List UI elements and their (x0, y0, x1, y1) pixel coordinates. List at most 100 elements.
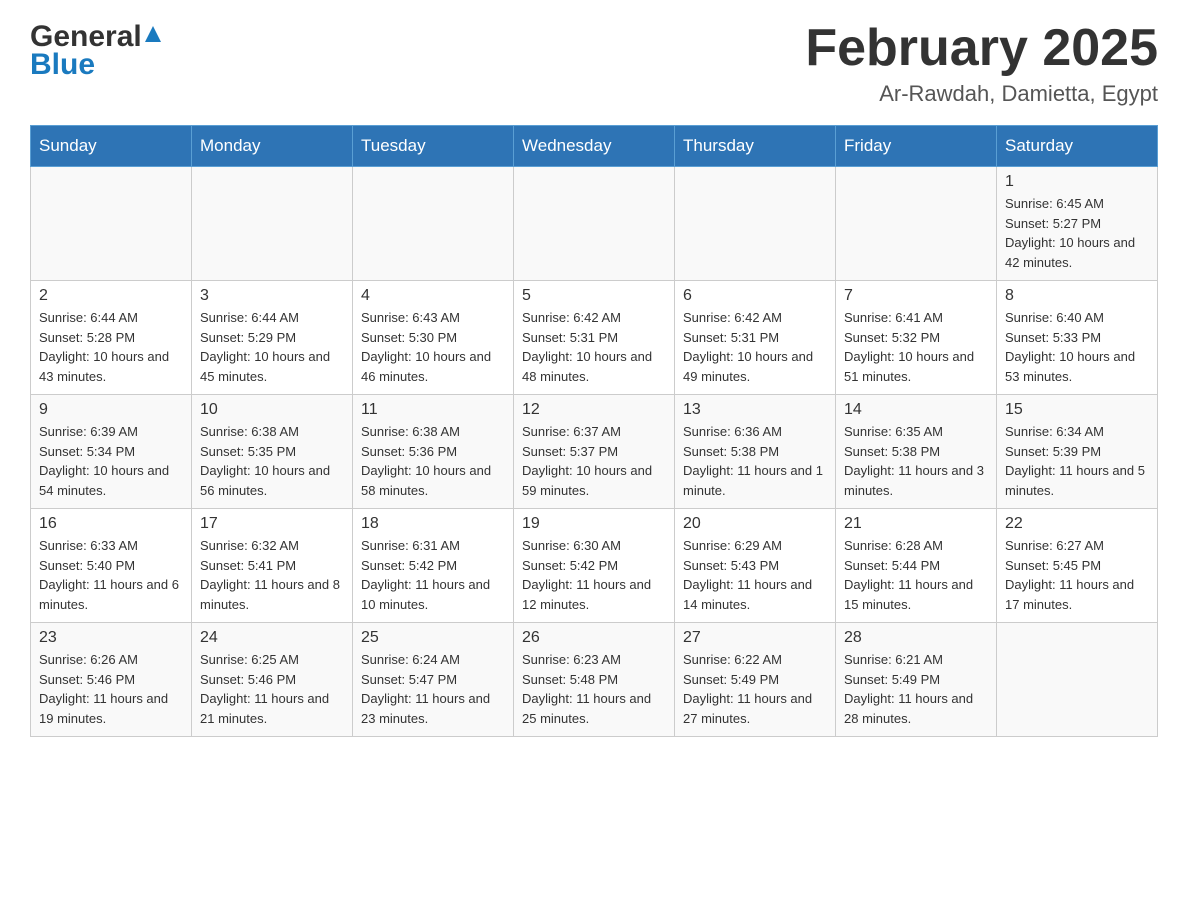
calendar-day-cell: 14 Sunrise: 6:35 AM Sunset: 5:38 PM Dayli… (836, 395, 997, 509)
weekday-header: Thursday (675, 126, 836, 167)
day-info: Sunrise: 6:26 AM Sunset: 5:46 PM Dayligh… (39, 650, 183, 728)
calendar-day-cell: 1 Sunrise: 6:45 AM Sunset: 5:27 PM Daylig… (997, 167, 1158, 281)
day-info: Sunrise: 6:42 AM Sunset: 5:31 PM Dayligh… (522, 308, 666, 386)
day-info: Sunrise: 6:43 AM Sunset: 5:30 PM Dayligh… (361, 308, 505, 386)
calendar-day-cell: 22Sunrise: 6:27 AM Sunset: 5:45 PM Dayli… (997, 509, 1158, 623)
day-number: 15 (1005, 401, 1149, 419)
day-info: Sunrise: 6:44 AM Sunset: 5:29 PM Dayligh… (200, 308, 344, 386)
calendar-empty-cell (675, 167, 836, 281)
day-number: 26 (522, 629, 666, 647)
day-number: 1 (1005, 173, 1149, 191)
day-info: Sunrise: 6:22 AM Sunset: 5:49 PM Dayligh… (683, 650, 827, 728)
day-number: 3 (200, 287, 344, 305)
day-number: 27 (683, 629, 827, 647)
day-info: Sunrise: 6:33 AM Sunset: 5:40 PM Dayligh… (39, 536, 183, 614)
logo-triangle-icon (145, 26, 161, 42)
day-number: 4 (361, 287, 505, 305)
weekday-header: Tuesday (353, 126, 514, 167)
page-header: General Blue February 2025 Ar-Rawdah, Da… (30, 20, 1158, 107)
page-subtitle: Ar-Rawdah, Damietta, Egypt (805, 81, 1158, 107)
day-number: 24 (200, 629, 344, 647)
calendar-day-cell: 27 Sunrise: 6:22 AM Sunset: 5:49 PM Dayli… (675, 623, 836, 737)
day-info: Sunrise: 6:42 AM Sunset: 5:31 PM Dayligh… (683, 308, 827, 386)
day-number: 19 (522, 515, 666, 533)
day-info: Sunrise: 6:40 AM Sunset: 5:33 PM Dayligh… (1005, 308, 1149, 386)
day-number: 25 (361, 629, 505, 647)
day-number: 13 (683, 401, 827, 419)
day-info: Sunrise: 6:30 AM Sunset: 5:42 PM Dayligh… (522, 536, 666, 614)
day-number: 11 (361, 401, 505, 419)
day-number: 14 (844, 401, 988, 419)
day-info: Sunrise: 6:21 AM Sunset: 5:49 PM Dayligh… (844, 650, 988, 728)
weekday-header: Sunday (31, 126, 192, 167)
calendar-day-cell: 26 Sunrise: 6:23 AM Sunset: 5:48 PM Dayli… (514, 623, 675, 737)
day-number: 7 (844, 287, 988, 305)
title-block: February 2025 Ar-Rawdah, Damietta, Egypt (805, 20, 1158, 107)
calendar-day-cell: 16 Sunrise: 6:33 AM Sunset: 5:40 PM Dayli… (31, 509, 192, 623)
calendar-table: SundayMondayTuesdayWednesdayThursdayFrid… (30, 125, 1158, 737)
day-info: Sunrise: 6:35 AM Sunset: 5:38 PM Dayligh… (844, 422, 988, 500)
day-info: Sunrise: 6:37 AM Sunset: 5:37 PM Dayligh… (522, 422, 666, 500)
day-info: Sunrise: 6:32 AM Sunset: 5:41 PM Dayligh… (200, 536, 344, 614)
calendar-day-cell: 7 Sunrise: 6:41 AM Sunset: 5:32 PM Daylig… (836, 281, 997, 395)
calendar-day-cell: 3 Sunrise: 6:44 AM Sunset: 5:29 PM Daylig… (192, 281, 353, 395)
weekday-header: Monday (192, 126, 353, 167)
calendar-day-cell: 6 Sunrise: 6:42 AM Sunset: 5:31 PM Daylig… (675, 281, 836, 395)
day-info: Sunrise: 6:45 AM Sunset: 5:27 PM Dayligh… (1005, 194, 1149, 272)
calendar-day-cell: 21Sunrise: 6:28 AM Sunset: 5:44 PM Dayli… (836, 509, 997, 623)
day-info: Sunrise: 6:39 AM Sunset: 5:34 PM Dayligh… (39, 422, 183, 500)
calendar-empty-cell (31, 167, 192, 281)
day-number: 16 (39, 515, 183, 533)
weekday-header: Saturday (997, 126, 1158, 167)
calendar-day-cell: 5 Sunrise: 6:42 AM Sunset: 5:31 PM Daylig… (514, 281, 675, 395)
day-number: 8 (1005, 287, 1149, 305)
calendar-day-cell: 23 Sunrise: 6:26 AM Sunset: 5:46 PM Dayli… (31, 623, 192, 737)
day-number: 22 (1005, 515, 1149, 533)
weekday-header: Friday (836, 126, 997, 167)
calendar-week-row: 9 Sunrise: 6:39 AM Sunset: 5:34 PM Daylig… (31, 395, 1158, 509)
day-info: Sunrise: 6:36 AM Sunset: 5:38 PM Dayligh… (683, 422, 827, 500)
calendar-day-cell: 15Sunrise: 6:34 AM Sunset: 5:39 PM Dayli… (997, 395, 1158, 509)
day-number: 17 (200, 515, 344, 533)
day-number: 18 (361, 515, 505, 533)
calendar-empty-cell (192, 167, 353, 281)
calendar-day-cell: 19 Sunrise: 6:30 AM Sunset: 5:42 PM Dayli… (514, 509, 675, 623)
calendar-week-row: 23 Sunrise: 6:26 AM Sunset: 5:46 PM Dayli… (31, 623, 1158, 737)
day-info: Sunrise: 6:31 AM Sunset: 5:42 PM Dayligh… (361, 536, 505, 614)
calendar-day-cell: 24 Sunrise: 6:25 AM Sunset: 5:46 PM Dayli… (192, 623, 353, 737)
day-info: Sunrise: 6:41 AM Sunset: 5:32 PM Dayligh… (844, 308, 988, 386)
day-number: 5 (522, 287, 666, 305)
calendar-day-cell: 28Sunrise: 6:21 AM Sunset: 5:49 PM Dayli… (836, 623, 997, 737)
day-info: Sunrise: 6:24 AM Sunset: 5:47 PM Dayligh… (361, 650, 505, 728)
calendar-day-cell: 10Sunrise: 6:38 AM Sunset: 5:35 PM Dayli… (192, 395, 353, 509)
calendar-week-row: 16 Sunrise: 6:33 AM Sunset: 5:40 PM Dayli… (31, 509, 1158, 623)
calendar-day-cell: 13 Sunrise: 6:36 AM Sunset: 5:38 PM Dayli… (675, 395, 836, 509)
weekday-header: Wednesday (514, 126, 675, 167)
calendar-day-cell: 9 Sunrise: 6:39 AM Sunset: 5:34 PM Daylig… (31, 395, 192, 509)
day-info: Sunrise: 6:23 AM Sunset: 5:48 PM Dayligh… (522, 650, 666, 728)
day-info: Sunrise: 6:38 AM Sunset: 5:36 PM Dayligh… (361, 422, 505, 500)
day-number: 9 (39, 401, 183, 419)
day-number: 23 (39, 629, 183, 647)
day-number: 2 (39, 287, 183, 305)
calendar-day-cell: 2 Sunrise: 6:44 AM Sunset: 5:28 PM Daylig… (31, 281, 192, 395)
calendar-day-cell: 25 Sunrise: 6:24 AM Sunset: 5:47 PM Dayli… (353, 623, 514, 737)
day-number: 10 (200, 401, 344, 419)
calendar-header-row: SundayMondayTuesdayWednesdayThursdayFrid… (31, 126, 1158, 167)
calendar-day-cell: 20Sunrise: 6:29 AM Sunset: 5:43 PM Dayli… (675, 509, 836, 623)
calendar-day-cell: 4 Sunrise: 6:43 AM Sunset: 5:30 PM Daylig… (353, 281, 514, 395)
day-info: Sunrise: 6:28 AM Sunset: 5:44 PM Dayligh… (844, 536, 988, 614)
logo-blue-text: Blue (30, 48, 161, 82)
calendar-day-cell: 17 Sunrise: 6:32 AM Sunset: 5:41 PM Dayli… (192, 509, 353, 623)
page-title: February 2025 (805, 20, 1158, 77)
calendar-week-row: 1 Sunrise: 6:45 AM Sunset: 5:27 PM Daylig… (31, 167, 1158, 281)
calendar-day-cell: 12 Sunrise: 6:37 AM Sunset: 5:37 PM Dayli… (514, 395, 675, 509)
day-info: Sunrise: 6:25 AM Sunset: 5:46 PM Dayligh… (200, 650, 344, 728)
day-number: 20 (683, 515, 827, 533)
calendar-week-row: 2 Sunrise: 6:44 AM Sunset: 5:28 PM Daylig… (31, 281, 1158, 395)
day-info: Sunrise: 6:44 AM Sunset: 5:28 PM Dayligh… (39, 308, 183, 386)
calendar-day-cell: 18 Sunrise: 6:31 AM Sunset: 5:42 PM Dayli… (353, 509, 514, 623)
day-number: 12 (522, 401, 666, 419)
day-number: 6 (683, 287, 827, 305)
calendar-empty-cell (514, 167, 675, 281)
